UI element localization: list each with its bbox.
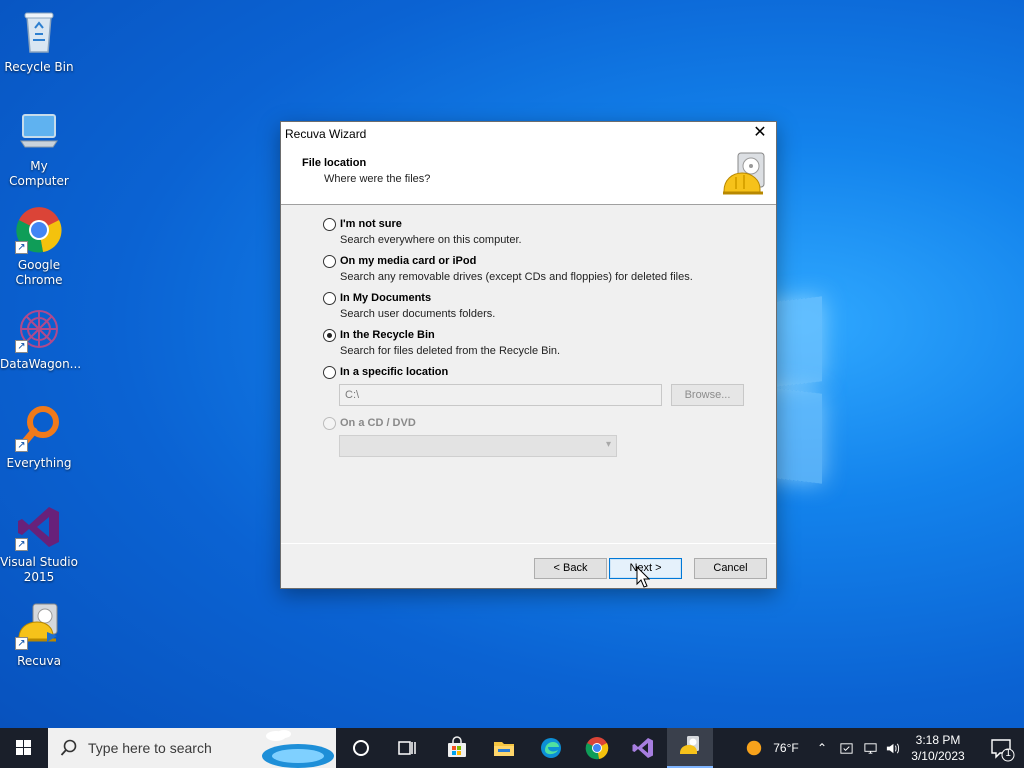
file-explorer-icon [494, 742, 514, 756]
notification-icon [991, 739, 1015, 762]
option-label: On my media card or iPod [340, 255, 477, 267]
taskbar-chrome-button[interactable] [574, 728, 620, 768]
browse-button[interactable]: Browse... [671, 384, 744, 406]
wizard-body: I'm not sure Search everywhere on this c… [281, 206, 776, 543]
weather-temperature: 76°F [773, 741, 799, 755]
chrome-icon: ↗ [15, 206, 63, 254]
dialog-titlebar[interactable]: Recuva Wizard ✕ [281, 122, 776, 145]
option-label: In a specific location [340, 366, 449, 378]
clock-time: 3:18 PM [915, 733, 961, 747]
wizard-header: File location Where were the files? [281, 145, 776, 205]
volume-icon[interactable] [882, 728, 902, 768]
search-icon [60, 739, 77, 756]
shortcut-arrow-icon: ↗ [15, 241, 28, 254]
store-icon [448, 736, 466, 757]
datawagon-icon: ↗ [15, 305, 63, 353]
cortana-icon [353, 740, 369, 756]
desktop-icon-my-computer[interactable]: My Computer [0, 107, 78, 189]
search-placeholder: Type here to search [88, 740, 212, 756]
option-label: I'm not sure [340, 218, 402, 230]
desktop-icon-recuva[interactable]: ↗ Recuva [0, 602, 78, 669]
chevron-down-icon: ▾ [605, 439, 611, 450]
show-hidden-icons-button[interactable]: ⌃ [812, 728, 832, 768]
desktop-icon-google-chrome[interactable]: ↗ Google Chrome [0, 206, 78, 288]
recuva-logo-icon [722, 151, 770, 199]
footer-divider [281, 543, 776, 544]
recuva-wizard-dialog: Recuva Wizard ✕ File location Where were… [280, 121, 777, 589]
header-title: File location [302, 157, 367, 169]
close-icon: ✕ [753, 124, 767, 141]
recycle-bin-icon [15, 8, 63, 56]
desktop-icon-label: Google Chrome [15, 258, 63, 287]
edge-icon [541, 738, 561, 758]
task-view-button[interactable] [338, 728, 384, 768]
notification-count: 1 [1005, 748, 1012, 759]
weather-widget[interactable]: 76°F [738, 728, 806, 768]
radio-cd-dvd [323, 417, 336, 430]
task-view-icon [398, 741, 416, 755]
desktop-icon-label: Recuva [17, 654, 61, 668]
option-description: Search any removable drives (except CDs … [340, 271, 693, 283]
network-icon[interactable] [860, 728, 880, 768]
radio-my-documents[interactable] [323, 292, 336, 305]
visual-studio-icon: ↗ [15, 503, 63, 551]
start-button[interactable] [0, 728, 48, 768]
taskbar-widgets-button[interactable] [384, 728, 430, 768]
taskbar-edge-button[interactable] [528, 728, 574, 768]
mouse-cursor-icon [636, 565, 651, 588]
shortcut-arrow-icon: ↗ [15, 340, 28, 353]
notification-center-button[interactable]: 1 [978, 728, 1024, 768]
location-path-input[interactable]: C:\ [339, 384, 662, 406]
radio-not-sure[interactable] [323, 218, 336, 231]
taskbar-recuva-button[interactable] [667, 728, 713, 768]
windows-logo-icon [16, 740, 31, 755]
radio-recycle-bin[interactable] [323, 329, 336, 342]
radio-specific-location[interactable] [323, 366, 336, 379]
chrome-icon [585, 737, 609, 760]
sun-icon [747, 740, 762, 756]
taskbar-store-button[interactable] [434, 728, 480, 768]
clock-date: 3/10/2023 [911, 749, 965, 763]
tray-security-icon[interactable] [836, 728, 856, 768]
taskbar: Type here to search 76°F ⌃ 3:18 PM 3/10/… [0, 728, 1024, 768]
computer-icon [15, 107, 63, 155]
back-button[interactable]: < Back [534, 558, 607, 579]
dialog-title: Recuva Wizard [285, 127, 367, 141]
shortcut-arrow-icon: ↗ [15, 637, 28, 650]
desktop-icon-label: Everything [6, 456, 72, 470]
option-description: Search everywhere on this computer. [340, 234, 522, 246]
option-description: Search for files deleted from the Recycl… [340, 345, 561, 357]
taskbar-search-box[interactable]: Type here to search [48, 728, 336, 768]
option-label: In the Recycle Bin [340, 329, 435, 341]
taskbar-visual-studio-button[interactable] [620, 728, 666, 768]
close-button[interactable]: ✕ [744, 122, 776, 145]
option-description: Search user documents folders. [340, 308, 496, 320]
shortcut-arrow-icon: ↗ [15, 538, 28, 551]
header-subtitle: Where were the files? [324, 173, 431, 185]
chevron-up-icon: ⌃ [816, 741, 828, 755]
shortcut-arrow-icon: ↗ [15, 439, 28, 452]
everything-search-icon: ↗ [15, 404, 63, 452]
desktop-icon-everything[interactable]: ↗ Everything [0, 404, 78, 471]
desktop-icon-label: My Computer [9, 159, 69, 188]
desktop-icon-label: DataWagon... [0, 357, 82, 371]
cd-drive-select: ▾ [339, 435, 617, 457]
option-label: In My Documents [340, 292, 432, 304]
taskbar-clock[interactable]: 3:18 PM 3/10/2023 [900, 732, 976, 764]
desktop-icon-recycle-bin[interactable]: Recycle Bin [0, 8, 78, 75]
cancel-button[interactable]: Cancel [694, 558, 767, 579]
search-highlight-art-icon [262, 730, 334, 768]
recuva-icon [680, 736, 699, 754]
option-label: On a CD / DVD [340, 417, 416, 429]
recuva-icon: ↗ [15, 602, 63, 650]
desktop-icon-label: Visual Studio 2015 [0, 555, 78, 584]
radio-media-card[interactable] [323, 255, 336, 268]
desktop-icon-visual-studio[interactable]: ↗ Visual Studio 2015 [0, 503, 78, 585]
desktop-icon-datawagon[interactable]: ↗ DataWagon... [0, 305, 82, 372]
desktop-icon-label: Recycle Bin [4, 60, 74, 74]
taskbar-file-explorer-button[interactable] [481, 728, 527, 768]
visual-studio-icon [632, 738, 653, 758]
